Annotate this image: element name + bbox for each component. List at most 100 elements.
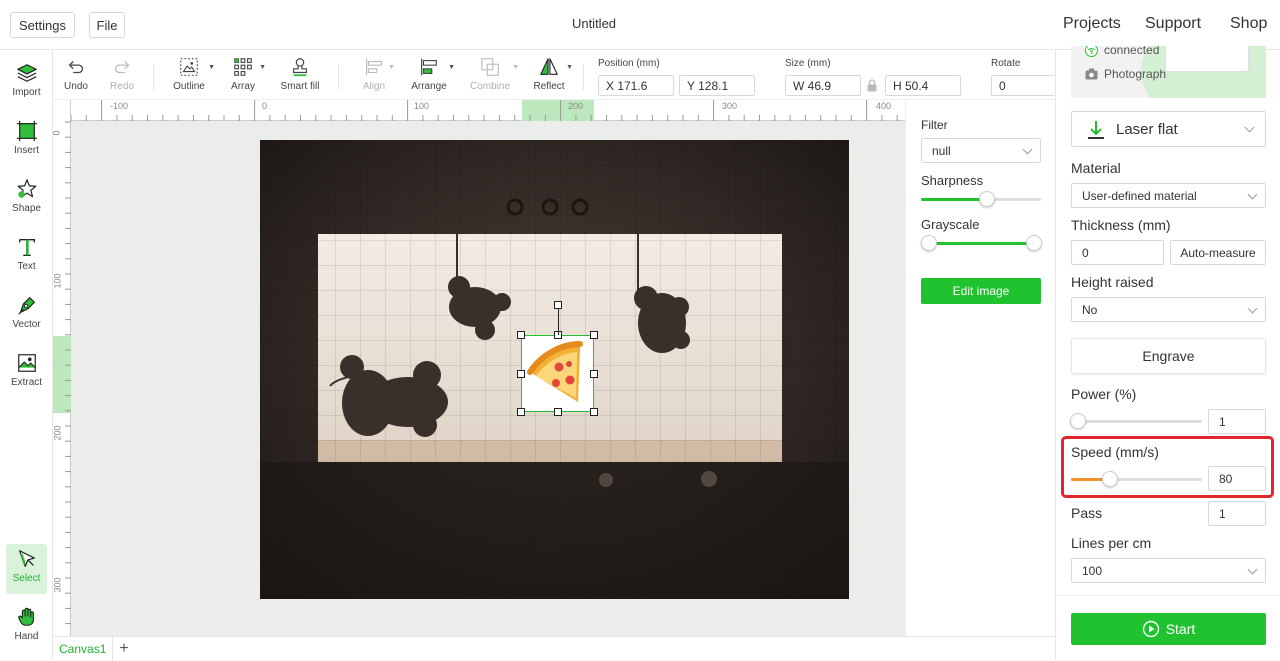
- insert-tool[interactable]: Insert: [6, 116, 47, 166]
- top-bar: Settings File Untitled Projects Support …: [0, 0, 1280, 50]
- canvas-area[interactable]: -100 0 100 200 300 400 0 100 200 300: [53, 100, 905, 636]
- resize-handle[interactable]: [590, 408, 598, 416]
- reflect-button[interactable]: ▼ Reflect: [533, 56, 573, 98]
- arrange-button[interactable]: ▼ Arrange: [411, 56, 455, 98]
- tab-canvas1[interactable]: Canvas1: [53, 637, 114, 661]
- selected-object[interactable]: [521, 335, 594, 412]
- material-select[interactable]: User-defined material: [1071, 183, 1266, 208]
- resize-handle[interactable]: [590, 369, 598, 378]
- grayscale-label: Grayscale: [921, 217, 980, 232]
- lines-per-cm-select[interactable]: 100: [1071, 558, 1266, 583]
- outline-icon: [180, 58, 198, 76]
- connection-status: connected: [1104, 46, 1160, 57]
- photograph-label[interactable]: Photograph: [1104, 67, 1166, 81]
- import-label: Import: [12, 87, 41, 98]
- file-button[interactable]: File: [89, 12, 125, 38]
- resize-handle[interactable]: [553, 408, 562, 416]
- power-slider-track[interactable]: [1078, 420, 1202, 423]
- edit-toolbar: Undo Redo ▼ Outline ▼ Array Smart fill ▼…: [53, 50, 1055, 100]
- grayscale-slider-thumb[interactable]: [1026, 235, 1042, 251]
- grayscale-min-thumb[interactable]: [921, 235, 937, 251]
- chevron-down-icon: [1022, 144, 1033, 155]
- sharpness-label: Sharpness: [921, 173, 984, 188]
- auto-measure-button[interactable]: Auto-measure: [1170, 240, 1266, 265]
- rotate-handle[interactable]: [553, 301, 562, 309]
- array-caret-icon: ▼: [259, 64, 266, 71]
- nav-shop[interactable]: Shop: [1230, 15, 1267, 33]
- filter-label: Filter: [921, 118, 948, 132]
- position-x-input[interactable]: X 171.6: [598, 75, 674, 96]
- wifi-icon: [1085, 46, 1098, 62]
- arrange-label: Arrange: [411, 81, 447, 92]
- ruler-label: 200: [53, 425, 63, 441]
- hand-icon: [17, 607, 34, 626]
- settings-button[interactable]: Settings: [10, 12, 75, 38]
- nav-projects[interactable]: Projects: [1063, 15, 1121, 33]
- height-raised-select[interactable]: No: [1071, 297, 1266, 322]
- nav-support[interactable]: Support: [1145, 15, 1201, 33]
- shape-tool[interactable]: Shape: [6, 174, 47, 224]
- width-input[interactable]: W 46.9: [785, 75, 861, 96]
- redo-label: Redo: [110, 81, 134, 92]
- text-tool[interactable]: Text: [6, 232, 47, 282]
- redo-button[interactable]: Redo: [109, 56, 135, 98]
- undo-label: Undo: [64, 81, 88, 92]
- resize-handle[interactable]: [517, 331, 525, 339]
- height-input[interactable]: H 50.4: [885, 75, 961, 96]
- extract-tool[interactable]: Extract: [6, 348, 47, 398]
- align-button[interactable]: ▼ Align: [361, 56, 395, 98]
- text-label: Text: [17, 261, 36, 272]
- process-mode-value: Laser flat: [1116, 121, 1178, 138]
- material-label: Material: [1071, 160, 1121, 176]
- edit-image-button[interactable]: Edit image: [921, 278, 1041, 304]
- lines-per-cm-value: 100: [1082, 563, 1103, 578]
- lock-icon[interactable]: [866, 79, 878, 97]
- outline-button[interactable]: ▼ Outline: [171, 56, 215, 98]
- ruler-label: 200: [568, 101, 584, 111]
- combine-button[interactable]: ▼ Combine: [469, 56, 519, 98]
- chevron-down-icon: [1244, 122, 1255, 133]
- rotate-input[interactable]: 0: [991, 75, 1055, 96]
- process-mode-select[interactable]: Laser flat: [1071, 111, 1266, 147]
- filter-value: null: [932, 143, 951, 158]
- grid-dots-icon: [234, 58, 252, 76]
- array-button[interactable]: ▼ Array: [228, 56, 266, 98]
- frame-icon: [16, 120, 37, 142]
- thickness-input[interactable]: 0: [1071, 240, 1164, 265]
- import-tool[interactable]: Import: [6, 58, 47, 108]
- arrange-icon: [421, 58, 437, 76]
- outline-label: Outline: [173, 81, 205, 92]
- filter-select[interactable]: null: [921, 138, 1041, 163]
- power-input[interactable]: 1: [1208, 409, 1266, 434]
- laser-settings-panel: connected Photograph Laser flat Material…: [1055, 46, 1280, 660]
- sharpness-slider-thumb[interactable]: [979, 191, 995, 207]
- hand-tool[interactable]: Hand: [6, 602, 47, 652]
- size-label: Size (mm): [785, 58, 831, 69]
- undo-button[interactable]: Undo: [63, 56, 89, 98]
- pass-input[interactable]: 1: [1208, 501, 1266, 526]
- smart-fill-button[interactable]: Smart fill: [280, 56, 320, 98]
- vertical-ruler: 0 100 200 300: [53, 100, 71, 636]
- resize-handle[interactable]: [590, 331, 598, 339]
- lines-per-cm-label: Lines per cm: [1071, 535, 1152, 551]
- device-card[interactable]: connected Photograph: [1071, 46, 1266, 98]
- ruler-label: 0: [262, 101, 268, 111]
- power-label: Power (%): [1071, 386, 1137, 402]
- insert-label: Insert: [13, 145, 39, 156]
- ruler-label: 0: [53, 130, 62, 135]
- add-canvas-button[interactable]: +: [113, 637, 135, 661]
- combine-label: Combine: [469, 81, 511, 92]
- position-y-input[interactable]: Y 128.1: [679, 75, 755, 96]
- speed-input[interactable]: 80: [1208, 466, 1266, 491]
- power-slider-thumb[interactable]: [1070, 413, 1086, 429]
- resize-handle[interactable]: [517, 408, 525, 416]
- chevron-down-icon: [1247, 564, 1258, 575]
- engrave-tab[interactable]: Engrave: [1071, 338, 1266, 374]
- redo-icon: [114, 61, 130, 74]
- layers-icon: [16, 64, 37, 82]
- resize-handle[interactable]: [517, 369, 525, 378]
- speed-label: Speed (mm/s): [1071, 444, 1159, 460]
- start-button[interactable]: Start: [1071, 613, 1266, 645]
- vector-tool[interactable]: Vector: [6, 290, 47, 340]
- select-tool[interactable]: Select: [6, 544, 47, 594]
